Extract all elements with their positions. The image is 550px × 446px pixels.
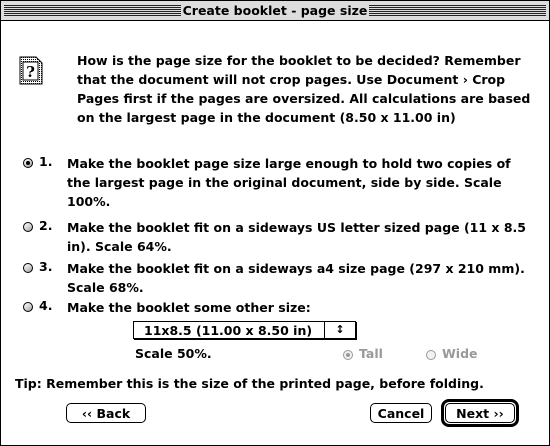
tall-label[interactable]: Tall xyxy=(359,346,383,361)
option-line: Scale 68%. xyxy=(67,280,144,295)
option-2-radio[interactable] xyxy=(23,222,33,232)
option-line: Make the booklet some other size: xyxy=(67,300,311,315)
option-line: Make the booklet page size large enough … xyxy=(67,156,511,171)
option-2-label[interactable]: Make the booklet fit on a sideways US le… xyxy=(67,218,532,256)
create-booklet-dialog: Create booklet - page size ? How is the … xyxy=(0,0,550,446)
option-number: 1. xyxy=(39,154,53,169)
svg-text:?: ? xyxy=(26,63,35,81)
back-button[interactable]: ‹‹ Back xyxy=(66,403,146,423)
page-size-value: 11x8.5 (11.00 x 8.50 in) xyxy=(144,323,313,338)
question-line: that the document will not crop pages. U… xyxy=(77,72,506,87)
cancel-button[interactable]: Cancel xyxy=(370,403,432,423)
option-number: 4. xyxy=(39,298,53,313)
page-size-select[interactable]: 11x8.5 (11.00 x 8.50 in) ↕ xyxy=(133,321,356,339)
next-button[interactable]: Next ›› xyxy=(445,403,515,423)
option-1-radio[interactable] xyxy=(23,158,33,168)
question-line: Pages first if the pages are oversized. … xyxy=(77,91,531,106)
option-number: 3. xyxy=(39,259,53,274)
option-line: Make the booklet fit on a sideways US le… xyxy=(67,220,526,235)
option-1-label[interactable]: Make the booklet page size large enough … xyxy=(67,154,532,211)
option-3-radio[interactable] xyxy=(23,263,33,273)
document-question-icon: ? xyxy=(19,56,43,85)
question-text: How is the page size for the booklet to … xyxy=(77,51,537,127)
title-bar[interactable]: Create booklet - page size xyxy=(1,1,549,21)
question-line: on the largest page in the document (8.5… xyxy=(77,110,456,125)
option-line: in). Scale 64%. xyxy=(67,239,172,254)
option-4-radio[interactable] xyxy=(23,302,33,312)
other-size-scale: Scale 50%. xyxy=(135,346,212,361)
tip-text: Tip: Remember this is the size of the pr… xyxy=(15,376,484,391)
select-arrows-icon: ↕ xyxy=(324,322,355,338)
option-number: 2. xyxy=(39,218,53,233)
wide-radio[interactable] xyxy=(426,350,436,360)
question-line: How is the page size for the booklet to … xyxy=(77,53,521,68)
option-3-label[interactable]: Make the booklet fit on a sideways a4 si… xyxy=(67,259,532,297)
option-line: 100%. xyxy=(67,194,111,209)
option-line: the largest page in the original documen… xyxy=(67,175,502,190)
window-title: Create booklet - page size xyxy=(181,2,369,19)
option-line: Make the booklet fit on a sideways a4 si… xyxy=(67,261,525,276)
option-4-label[interactable]: Make the booklet some other size: xyxy=(67,298,532,317)
tall-radio[interactable] xyxy=(343,350,353,360)
wide-label[interactable]: Wide xyxy=(442,346,478,361)
